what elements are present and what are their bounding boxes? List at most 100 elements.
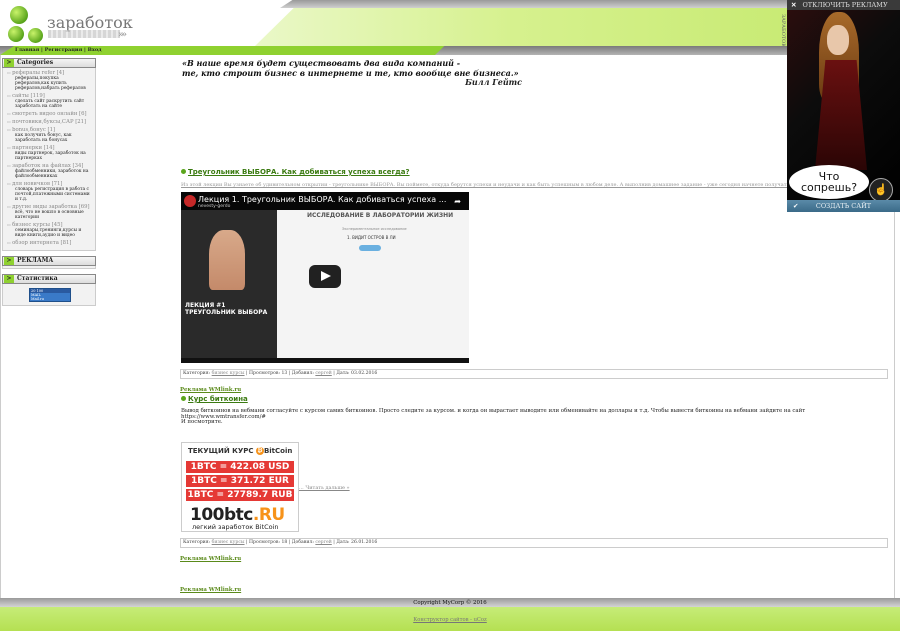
nav-home-link[interactable]: Главная — [15, 47, 39, 53]
close-icon[interactable]: ✕ — [791, 1, 796, 9]
check-icon: ✔ — [793, 202, 799, 210]
footer-link[interactable]: Конструктор сайтов - uCoz — [0, 617, 900, 623]
ad-link[interactable]: Реклама WMlink.ru — [180, 556, 241, 562]
meta-views: | Просмотров: 13 | Добавил: — [244, 371, 316, 376]
btc-rate-rub: 1BTC = 27789.7 RUB — [186, 489, 294, 501]
meta-views: | Просмотров: 18 | Добавил: — [244, 540, 316, 545]
category-desc: словарь регистрация в работа с почтой,пл… — [15, 187, 90, 202]
arrow-right-icon: > — [4, 275, 14, 283]
quote-author: Билл Гейтс — [465, 77, 522, 87]
category-desc: файлообменники, заработок на файлообменн… — [15, 169, 89, 179]
ads-title: РЕКЛАМА — [17, 257, 54, 264]
category-link[interactable]: обзор интернета [81] — [7, 240, 93, 246]
quote-line: те, кто строит бизнес в интернете и те, … — [182, 68, 519, 78]
slide-button — [359, 245, 381, 251]
disable-ads-button[interactable]: ✕ ОТКЛЮЧИТЬ РЕКЛАМУ — [787, 0, 900, 10]
btc-logo: 100btc.RU — [190, 505, 285, 525]
category-desc: рефералы,покупка рефералов,как купить ре… — [15, 76, 86, 91]
category-desc: семинары,тренинги,курсы и виде книги,ауд… — [15, 228, 82, 238]
category-item: рефералы refer [4]рефералы,покупка рефер… — [7, 70, 93, 91]
btc-rate-heading: ТЕКУЩИЙ КУРС ₿ BitCoin — [188, 447, 293, 455]
arrow-right-icon: > — [4, 257, 14, 265]
ad-panel: ✕ ОТКЛЮЧИТЬ РЕКЛАМУ Что сопрешь? ☝ ✔ СОЗДА… — [787, 0, 900, 212]
meta-author-link[interactable]: сергей — [315, 540, 331, 545]
meta-category-label: Категория: — [183, 371, 211, 376]
category-item: бизнес курсы [45]семинары,тренинги,курсы… — [7, 222, 93, 238]
play-button[interactable] — [309, 265, 341, 288]
category-item: сайты [119]сделать сайт раскрутить сайт … — [7, 93, 93, 109]
post-text: И посмотрите. — [181, 419, 223, 425]
ad-speech-bubble: Что сопрешь? — [789, 165, 869, 199]
category-item: другие виды заработка [69]всё, что не во… — [7, 204, 93, 220]
video-bottom-bar — [181, 358, 469, 363]
video-slide: ИССЛЕДОВАНИЕ В ЛАБОРАТОРИИ ЖИЗНИ Экспери… — [277, 210, 469, 358]
logo-icon[interactable] — [8, 4, 48, 44]
meta-category-link[interactable]: бизнес курсы — [212, 371, 245, 376]
category-desc: виды партнерок, заработок на партнерках — [15, 151, 86, 161]
nav-login-link[interactable]: Вход — [88, 47, 102, 53]
disable-ads-label: ОТКЛЮЧИТЬ РЕКЛАМУ — [802, 1, 888, 9]
copyright: Copyright MyCorp © 2016 — [413, 600, 487, 606]
site-header: заработок »» ЗАРАБОТОК — [0, 0, 900, 48]
header-vertical-text: ЗАРАБОТОК — [780, 14, 786, 48]
ad-link[interactable]: Реклама WMlink.ru — [180, 587, 241, 593]
category-item: смотреть видео онлайн [6] — [7, 111, 93, 117]
post-title[interactable]: Треугольник ВЫБОРА. Как добиваться успех… — [181, 168, 410, 176]
create-site-button[interactable]: ✔ СОЗДАТЬ САЙТ — [787, 200, 900, 212]
video-channel: nevesty-gerdo — [198, 204, 231, 209]
stats-title: Статистика — [17, 275, 58, 282]
post-text: Вывод биткоинов на вебмани согласуйте с … — [181, 408, 806, 420]
read-more-link[interactable]: ... Читать дальше » — [299, 485, 350, 491]
stats-counter[interactable]: 20 100 MAIL Mail.ru — [29, 288, 71, 302]
category-item: партнерки [14]виды партнерок, заработок … — [7, 145, 93, 161]
main-content: «В наше время будет существовать два вид… — [180, 58, 890, 87]
categories-header: > Categories — [2, 58, 96, 68]
btc-rate-usd: 1BTC = 422.08 USD — [186, 461, 294, 473]
post-title[interactable]: Курс биткоина — [181, 395, 248, 403]
channel-avatar[interactable] — [184, 195, 196, 207]
category-item: заработок на файлах [34]файлообменники, … — [7, 163, 93, 179]
categories-list: рефералы refer [4]рефералы,покупка рефер… — [2, 68, 96, 251]
meta-date: | Дата: 26.01.2016 — [331, 540, 378, 545]
slide-title: ИССЛЕДОВАНИЕ В ЛАБОРАТОРИИ ЖИЗНИ — [307, 212, 454, 219]
category-desc: сделать сайт раскрутить сайт заработать … — [15, 99, 85, 109]
quote: «В наше время будет существовать два вид… — [182, 58, 890, 78]
nav-links: Главная | Регистрация | Вход — [15, 47, 102, 53]
video-title[interactable]: Лекция 1. Треугольник ВЫБОРА. Как добива… — [198, 195, 446, 204]
meta-author-link[interactable]: сергей — [315, 371, 331, 376]
ad-character-face — [827, 25, 849, 55]
meta-category-link[interactable]: бизнес курсы — [212, 540, 245, 545]
logo-tagline — [48, 30, 120, 38]
category-item: обзор интернета [81] — [7, 240, 93, 246]
ad-link[interactable]: Реклама WMlink.ru — [180, 387, 241, 393]
video-presenter: ЛЕКЦИЯ #1 ТРЕУГОЛЬНИК ВЫБОРА — [181, 210, 277, 358]
meta-category-label: Категория: — [183, 540, 211, 545]
create-site-label: СОЗДАТЬ САЙТ — [815, 202, 872, 210]
slide-point: 1. ВИДИТ ОСТРОВ В ЛИ — [347, 235, 396, 240]
sidebar: >Categories рефералы refer [4]рефералы,п… — [2, 58, 96, 306]
category-desc: как получить бонус, как заработать на бо… — [15, 133, 72, 143]
category-link[interactable]: смотреть видео онлайн [6] — [7, 111, 93, 117]
nav-register-link[interactable]: Регистрация — [45, 47, 83, 53]
ad-banner-image[interactable]: Что сопрешь? ☝ — [787, 10, 900, 200]
video-embed[interactable]: ЛЕКЦИЯ #1 ТРЕУГОЛЬНИК ВЫБОРА ИССЛЕДОВАНИ… — [181, 192, 469, 363]
bitcoin-rate-image[interactable]: ТЕКУЩИЙ КУРС ₿ BitCoin 1BTC = 422.08 USD … — [181, 442, 299, 532]
post-description[interactable]: Из этой лекции Вы узнаете об удивительно… — [181, 182, 789, 188]
category-desc: всё, что не вошло в основные категории — [15, 210, 84, 220]
btc-rate-eur: 1BTC = 371.72 EUR — [186, 475, 294, 487]
presenter-image — [209, 230, 245, 290]
post-meta: Категория: бизнес курсы | Просмотров: 13… — [180, 369, 888, 379]
hand-pointer-icon: ☝ — [869, 178, 893, 200]
share-icon[interactable]: ➦ — [454, 197, 461, 206]
categories-title: Categories — [17, 59, 54, 66]
meta-date: | Дата: 03.02.2016 — [331, 371, 378, 376]
ads-header: > РЕКЛАМА — [2, 256, 96, 266]
arrow-right-icon: > — [4, 59, 14, 67]
category-item: bonus,бонус [1]как получить бонус, как з… — [7, 127, 93, 143]
category-link[interactable]: почтовики,буксы,САР [21] — [7, 119, 93, 125]
stats-body: 20 100 MAIL Mail.ru — [2, 284, 96, 306]
post-meta: Категория: бизнес курсы | Просмотров: 18… — [180, 538, 888, 548]
stats-header: > Статистика — [2, 274, 96, 284]
btc-tagline: легкий заработок BitCoin — [192, 523, 279, 531]
quote-line: «В наше время будет существовать два вид… — [182, 58, 461, 68]
